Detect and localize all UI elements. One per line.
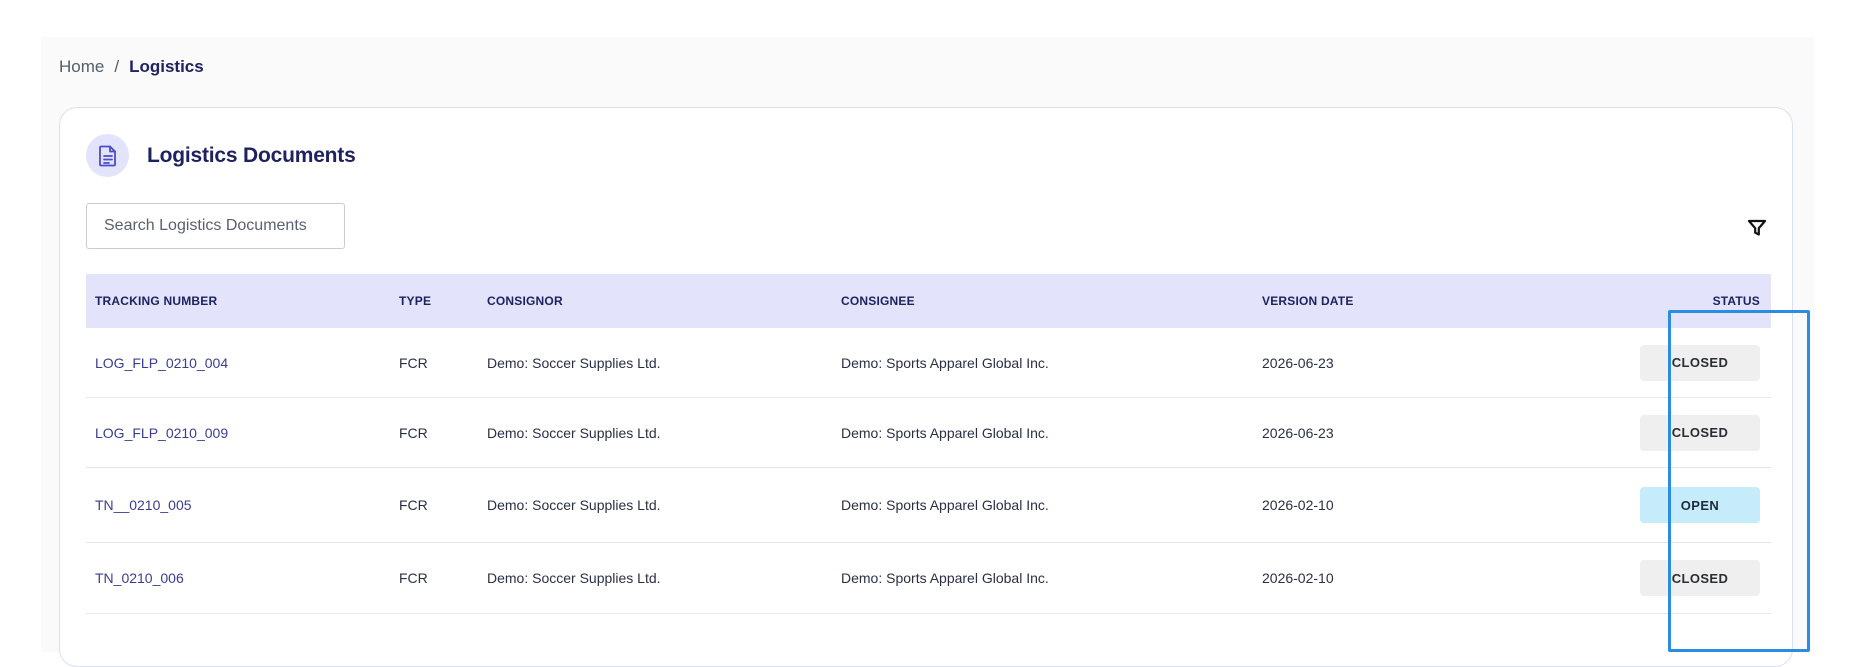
consignee-cell: Demo: Sports Apparel Global Inc. bbox=[841, 424, 1049, 441]
breadcrumb-home-link[interactable]: Home bbox=[59, 57, 104, 77]
version-date-cell: 2026-06-23 bbox=[1262, 354, 1334, 371]
card-header: Logistics Documents bbox=[86, 134, 356, 177]
status-badge: OPEN bbox=[1640, 487, 1760, 523]
tracking-number-link[interactable]: LOG_FLP_0210_004 bbox=[95, 355, 228, 371]
type-cell: FCR bbox=[399, 354, 428, 371]
status-badge: CLOSED bbox=[1640, 414, 1760, 451]
consignor-cell: Demo: Soccer Supplies Ltd. bbox=[487, 424, 661, 441]
tracking-number-link[interactable]: TN_0210_006 bbox=[95, 570, 184, 586]
version-date-cell: 2026-02-10 bbox=[1262, 497, 1334, 513]
type-cell: FCR bbox=[399, 424, 428, 441]
consignee-cell: Demo: Sports Apparel Global Inc. bbox=[841, 354, 1049, 371]
consignor-cell: Demo: Soccer Supplies Ltd. bbox=[487, 497, 661, 513]
table-row[interactable]: TN__0210_005 FCR Demo: Soccer Supplies L… bbox=[86, 468, 1771, 543]
filter-icon[interactable] bbox=[1744, 215, 1770, 241]
table-header: TRACKING NUMBER TYPE CONSIGNOR CONSIGNEE… bbox=[86, 274, 1771, 328]
version-date-cell: 2026-02-10 bbox=[1262, 570, 1334, 586]
search-input[interactable] bbox=[86, 203, 345, 249]
header-consignor[interactable]: CONSIGNOR bbox=[487, 294, 841, 308]
consignor-cell: Demo: Soccer Supplies Ltd. bbox=[487, 354, 661, 371]
status-badge: CLOSED bbox=[1640, 560, 1760, 596]
header-status[interactable]: STATUS bbox=[1618, 294, 1771, 308]
logistics-documents-card: Logistics Documents TRACKING NUMBER TYPE… bbox=[59, 107, 1793, 667]
document-icon bbox=[86, 134, 129, 177]
header-consignee[interactable]: CONSIGNEE bbox=[841, 294, 1262, 308]
table-row[interactable]: LOG_FLP_0210_004 FCR Demo: Soccer Suppli… bbox=[86, 328, 1771, 398]
page-title: Logistics Documents bbox=[147, 143, 356, 167]
type-cell: FCR bbox=[399, 497, 428, 513]
consignor-cell: Demo: Soccer Supplies Ltd. bbox=[487, 570, 661, 586]
page-container: Home / Logistics Logistics Documents TRA… bbox=[41, 37, 1814, 667]
header-type[interactable]: TYPE bbox=[399, 294, 487, 308]
tracking-number-link[interactable]: LOG_FLP_0210_009 bbox=[95, 425, 228, 441]
consignee-cell: Demo: Sports Apparel Global Inc. bbox=[841, 570, 1049, 586]
breadcrumb: Home / Logistics bbox=[59, 57, 204, 77]
type-cell: FCR bbox=[399, 570, 428, 586]
header-version-date[interactable]: VERSION DATE bbox=[1262, 294, 1618, 308]
logistics-table: TRACKING NUMBER TYPE CONSIGNOR CONSIGNEE… bbox=[86, 274, 1771, 614]
status-badge: CLOSED bbox=[1640, 344, 1760, 381]
table-row[interactable]: LOG_FLP_0210_009 FCR Demo: Soccer Suppli… bbox=[86, 398, 1771, 468]
tracking-number-link[interactable]: TN__0210_005 bbox=[95, 497, 192, 513]
version-date-cell: 2026-06-23 bbox=[1262, 424, 1334, 441]
breadcrumb-current: Logistics bbox=[129, 57, 204, 76]
consignee-cell: Demo: Sports Apparel Global Inc. bbox=[841, 497, 1049, 513]
table-row[interactable]: TN_0210_006 FCR Demo: Soccer Supplies Lt… bbox=[86, 543, 1771, 614]
header-tracking-number[interactable]: TRACKING NUMBER bbox=[86, 294, 399, 308]
breadcrumb-separator: / bbox=[114, 57, 120, 76]
